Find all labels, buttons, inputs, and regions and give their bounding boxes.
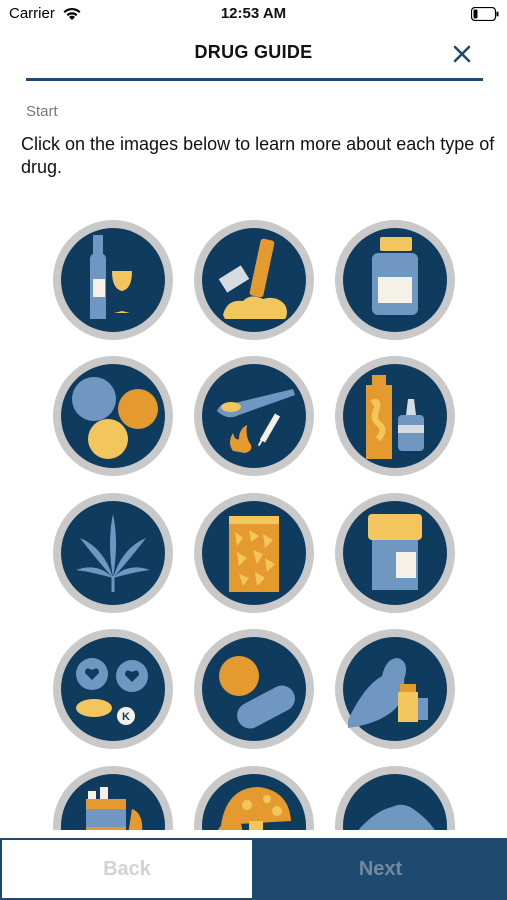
drug-tile-heroin[interactable] xyxy=(193,355,315,477)
cocaine-icon xyxy=(194,220,314,340)
steroids-icon xyxy=(335,629,455,749)
drug-tile-mushrooms[interactable] xyxy=(193,765,315,830)
status-time: 12:53 AM xyxy=(220,5,287,22)
next-button[interactable]: Next xyxy=(254,838,507,900)
drug-tile-powder[interactable] xyxy=(334,765,456,830)
ketamine-pills-icon: K xyxy=(53,629,173,749)
inhalants-icon xyxy=(335,356,455,476)
mushrooms-icon xyxy=(194,766,314,830)
header-divider xyxy=(26,78,483,81)
drug-tile-steroids[interactable] xyxy=(334,628,456,750)
drug-grid: K xyxy=(0,205,507,830)
battery-icon xyxy=(470,6,499,22)
heroin-icon xyxy=(194,356,314,476)
drug-tile-alcohol[interactable] xyxy=(52,219,174,341)
powder-pile-icon xyxy=(335,766,455,830)
close-button[interactable] xyxy=(446,38,478,70)
drug-tile-ecstasy[interactable] xyxy=(52,355,174,477)
close-icon xyxy=(453,45,471,63)
footer-bar: Back Next xyxy=(0,838,507,900)
pills-capsule-icon xyxy=(194,629,314,749)
drug-tile-pills-capsule[interactable] xyxy=(193,628,315,750)
pill-bottle-icon xyxy=(335,220,455,340)
intro-text: Click on the images below to learn more … xyxy=(21,134,495,177)
alcohol-icon xyxy=(53,220,173,340)
breadcrumb: Start xyxy=(26,103,58,120)
nav-header: DRUG GUIDE xyxy=(0,30,507,82)
ecstasy-icon xyxy=(53,356,173,476)
tobacco-icon xyxy=(53,766,173,830)
drug-tile-meth-bag[interactable] xyxy=(193,492,315,614)
drug-tile-prescription-jar[interactable] xyxy=(334,492,456,614)
meth-bag-icon xyxy=(194,493,314,613)
cannabis-icon xyxy=(53,493,173,613)
back-button[interactable]: Back xyxy=(0,838,254,900)
status-bar: Carrier 12:53 AM xyxy=(0,0,507,30)
drug-tile-tobacco[interactable] xyxy=(52,765,174,830)
page-title: DRUG GUIDE xyxy=(194,42,313,62)
svg-text:K: K xyxy=(122,711,130,723)
drug-tile-cannabis[interactable] xyxy=(52,492,174,614)
drug-tile-pill-bottle[interactable] xyxy=(334,219,456,341)
drug-tile-cocaine[interactable] xyxy=(193,219,315,341)
drug-tile-inhalants[interactable] xyxy=(334,355,456,477)
prescription-jar-icon xyxy=(335,493,455,613)
drug-tile-ketamine[interactable]: K xyxy=(52,628,174,750)
